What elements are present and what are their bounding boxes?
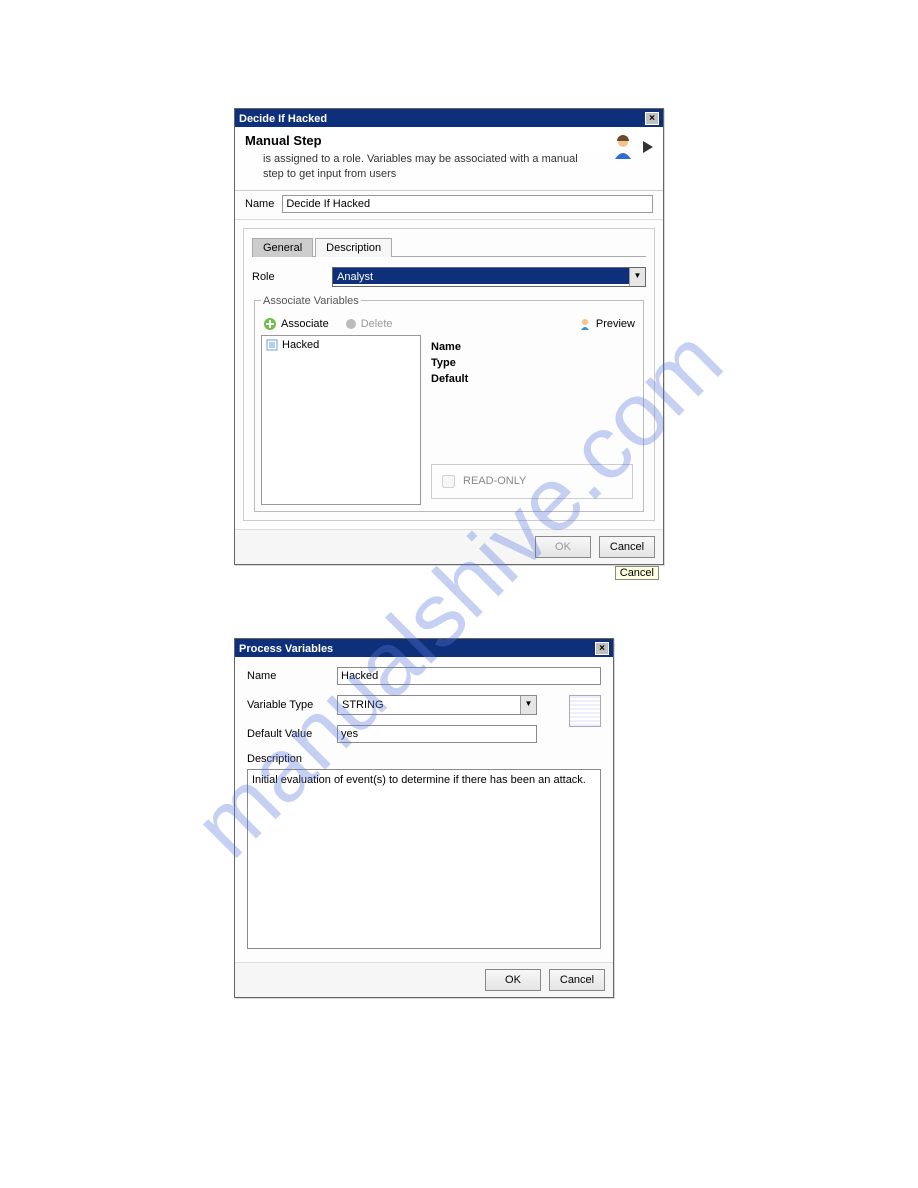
dialog2-title: Process Variables xyxy=(239,643,333,655)
associate-button[interactable]: Associate xyxy=(263,317,329,331)
role-label: Role xyxy=(252,271,322,283)
pv-default-input[interactable] xyxy=(337,725,537,743)
fieldset-toolbar: Associate Delete Preview xyxy=(261,313,637,335)
process-variables-dialog: Process Variables × Name Variable Type S… xyxy=(234,638,614,998)
close-icon[interactable]: × xyxy=(595,642,609,655)
pv-name-row: Name xyxy=(247,667,601,685)
ok-button: OK xyxy=(535,536,591,558)
dialog1-title: Decide If Hacked xyxy=(239,113,327,125)
pv-name-input[interactable] xyxy=(337,667,601,685)
pv-type-label: Variable Type xyxy=(247,699,327,711)
pv-type-value: STRING xyxy=(338,696,520,712)
document-icon xyxy=(266,339,278,351)
dialog2-button-bar: OK Cancel xyxy=(235,962,613,997)
role-combo[interactable]: Analyst ▼ xyxy=(332,267,646,287)
header-description: is assigned to a role. Variables may be … xyxy=(245,152,601,182)
play-icon xyxy=(643,141,653,153)
header-title: Manual Step xyxy=(245,133,601,148)
chevron-down-icon[interactable]: ▼ xyxy=(520,696,536,714)
cancel-tooltip: Cancel xyxy=(615,566,659,580)
name-input[interactable] xyxy=(282,195,653,213)
manual-step-dialog: Decide If Hacked × Manual Step is assign… xyxy=(234,108,664,565)
dialog1-titlebar: Decide If Hacked × xyxy=(235,109,663,127)
variables-listbox[interactable]: Hacked xyxy=(261,335,421,505)
pv-type-row: Variable Type STRING ▼ xyxy=(247,695,559,715)
detail-name-label: Name xyxy=(431,341,633,353)
dialog1-header: Manual Step is assigned to a role. Varia… xyxy=(235,127,663,191)
readonly-label: READ-ONLY xyxy=(463,475,526,487)
cancel-button[interactable]: Cancel xyxy=(599,536,655,558)
pv-desc-label: Description xyxy=(247,753,601,765)
fieldset-legend: Associate Variables xyxy=(261,295,361,307)
name-row: Name xyxy=(235,191,663,220)
detail-default-label: Default xyxy=(431,373,633,385)
plus-icon xyxy=(263,317,277,331)
delete-button: Delete xyxy=(345,318,393,330)
pv-default-row: Default Value xyxy=(247,725,559,743)
role-value: Analyst xyxy=(333,268,629,284)
preview-icon xyxy=(578,317,592,331)
pv-default-label: Default Value xyxy=(247,728,327,740)
type-thumbnail-icon[interactable] xyxy=(569,695,601,727)
tab-general[interactable]: General xyxy=(252,238,313,257)
tab-bar: General Description xyxy=(252,237,646,257)
delete-icon xyxy=(345,318,357,330)
pv-name-label: Name xyxy=(247,670,327,682)
tab-description[interactable]: Description xyxy=(315,238,392,257)
chevron-down-icon[interactable]: ▼ xyxy=(629,268,645,286)
pv-desc-textarea[interactable] xyxy=(247,769,601,949)
cancel-button[interactable]: Cancel xyxy=(549,969,605,991)
dialog1-button-bar: OK Cancel Cancel xyxy=(235,529,663,564)
readonly-box: READ-ONLY xyxy=(431,464,633,499)
list-item[interactable]: Hacked xyxy=(264,338,418,352)
role-row: Role Analyst ▼ xyxy=(252,267,646,287)
dialog2-titlebar: Process Variables × xyxy=(235,639,613,657)
readonly-checkbox xyxy=(442,475,455,488)
name-label: Name xyxy=(245,198,274,210)
associate-variables-fieldset: Associate Variables Associate Delete xyxy=(254,295,644,512)
close-icon[interactable]: × xyxy=(645,112,659,125)
variable-details: Name Type Default READ-ONLY xyxy=(427,335,637,505)
preview-button[interactable]: Preview xyxy=(578,317,635,331)
ok-button[interactable]: OK xyxy=(485,969,541,991)
pv-type-combo[interactable]: STRING ▼ xyxy=(337,695,537,715)
detail-type-label: Type xyxy=(431,357,633,369)
user-icon xyxy=(609,133,653,161)
